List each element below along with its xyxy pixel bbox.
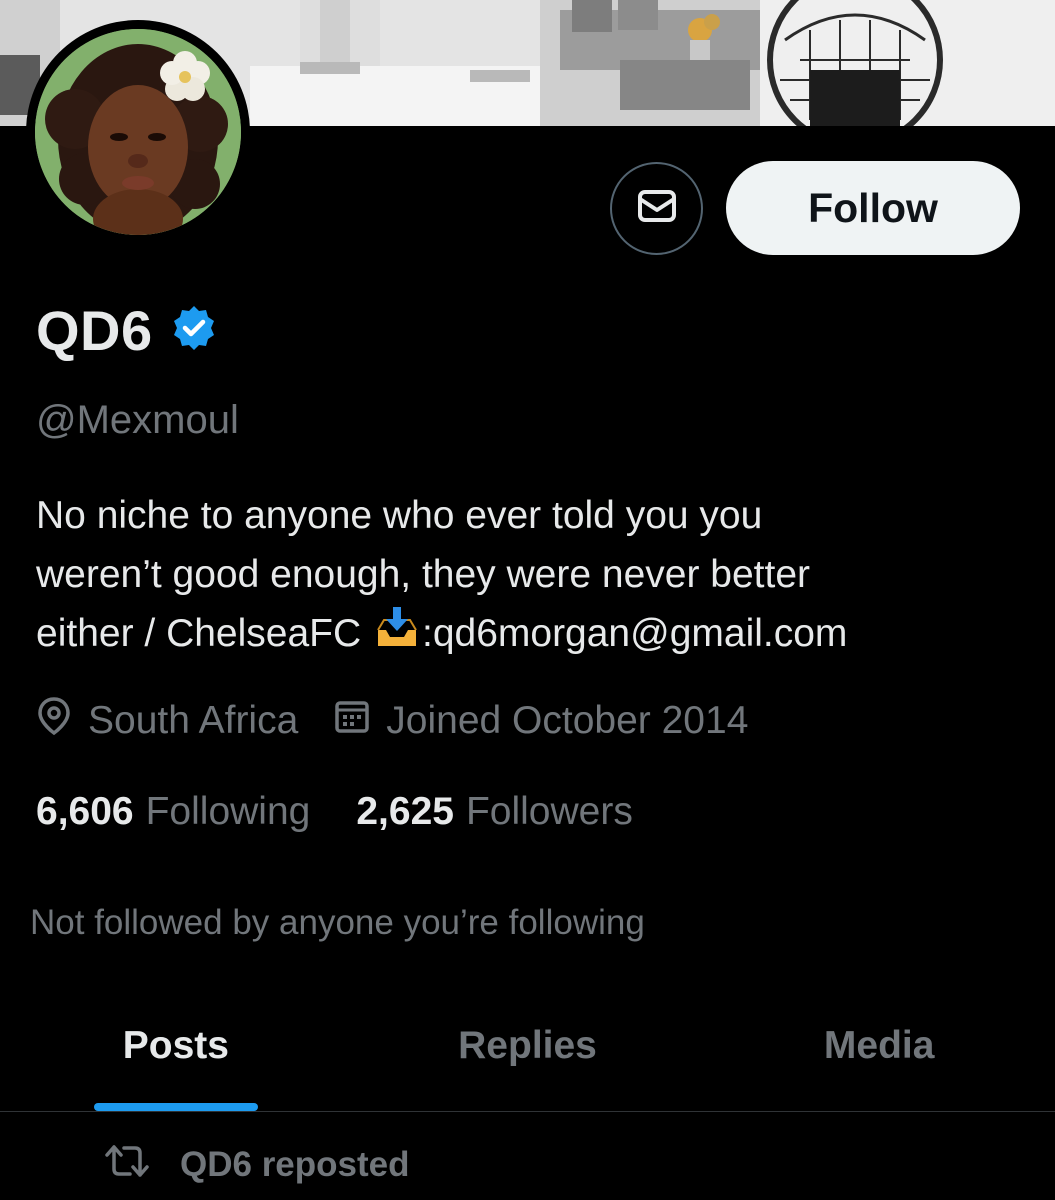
- inbox-tray-icon: [374, 606, 420, 667]
- repost-header: QD6 reposted: [104, 1140, 410, 1190]
- followers-count: 2,625: [356, 790, 454, 833]
- follow-button[interactable]: Follow: [726, 161, 1020, 255]
- following-label: Following: [145, 790, 311, 833]
- profile-meta: South Africa Joined October 2014: [36, 697, 784, 745]
- bio-line: either / ChelseaFC :qd6morgan@gmail.com: [36, 604, 1026, 667]
- repost-label[interactable]: QD6 reposted: [180, 1145, 410, 1185]
- profile-name-row: QD6: [36, 298, 219, 362]
- not-followed-note: Not followed by anyone you’re following: [30, 903, 645, 942]
- bio-email-link[interactable]: :qd6morgan@gmail.com: [422, 612, 847, 655]
- location-text: South Africa: [88, 699, 299, 742]
- repost-icon: [104, 1143, 150, 1188]
- display-name: QD6: [36, 298, 153, 362]
- avatar-photo: [35, 29, 241, 235]
- bio-line: weren’t good enough, they were never bet…: [36, 553, 811, 596]
- envelope-icon: [634, 183, 680, 234]
- profile-tabs: Posts Replies Media: [0, 1000, 1055, 1112]
- active-tab-indicator: [93, 1103, 258, 1111]
- location-pin-icon: [36, 696, 72, 746]
- follow-counts: 6,606 Following 2,625 Followers: [36, 786, 679, 838]
- joined-text: Joined October 2014: [386, 699, 749, 742]
- joined-item: Joined October 2014: [334, 697, 748, 745]
- bio-line: No niche to anyone who ever told you you: [36, 494, 763, 537]
- following-link[interactable]: 6,606 Following: [36, 790, 310, 834]
- tab-posts[interactable]: Posts: [0, 1000, 352, 1111]
- tab-media[interactable]: Media: [703, 1000, 1055, 1111]
- tab-label: Posts: [122, 1023, 229, 1067]
- tab-label: Replies: [458, 1023, 597, 1067]
- tab-replies[interactable]: Replies: [352, 1000, 704, 1111]
- tab-label: Media: [823, 1023, 935, 1067]
- verified-badge-icon[interactable]: [169, 303, 219, 358]
- profile-page: Follow QD6 @Mexmoul No niche to anyone w…: [0, 0, 1055, 1200]
- profile-bio: No niche to anyone who ever told you you…: [36, 486, 1026, 667]
- calendar-icon: [334, 697, 370, 745]
- bio-text: either / ChelseaFC: [36, 612, 372, 655]
- following-count: 6,606: [36, 790, 134, 833]
- location-item: South Africa: [36, 696, 298, 746]
- followers-label: Followers: [465, 790, 633, 833]
- profile-avatar[interactable]: [26, 20, 250, 244]
- message-button[interactable]: [610, 162, 703, 255]
- profile-handle: @Mexmoul: [36, 398, 239, 442]
- followers-link[interactable]: 2,625 Followers: [356, 790, 632, 834]
